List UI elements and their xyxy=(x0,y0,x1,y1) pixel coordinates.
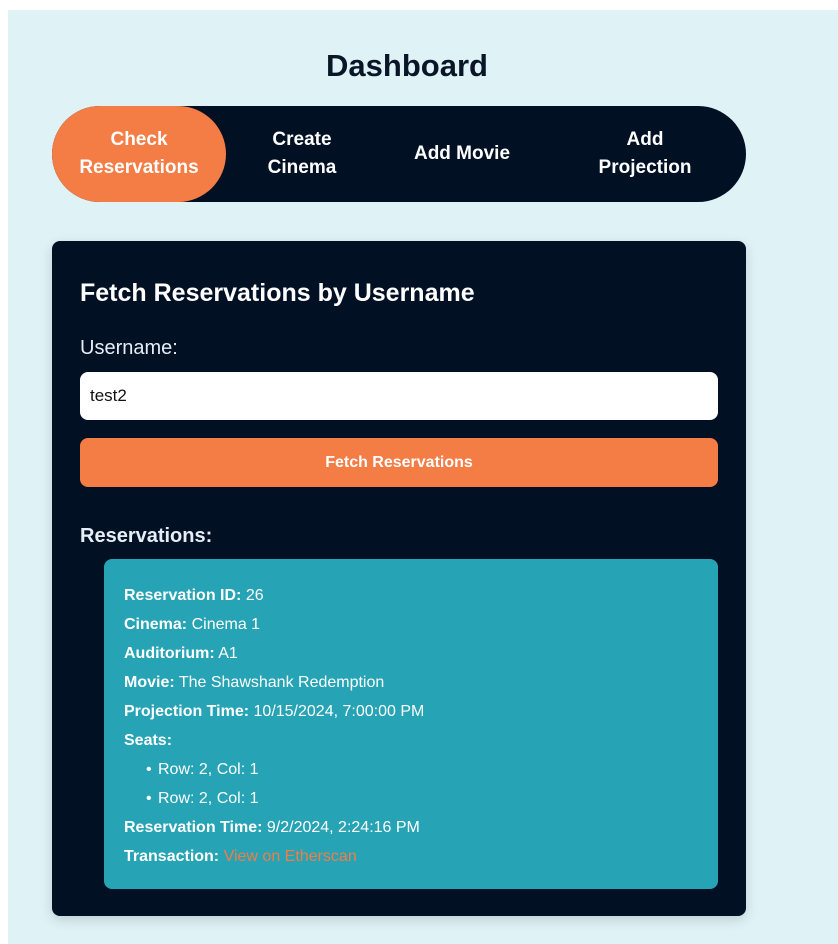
transaction-row: Transaction: View on Etherscan xyxy=(124,842,698,871)
auditorium-row: Auditorium: A1 xyxy=(124,639,698,668)
projection-time-label: Projection Time: xyxy=(124,703,250,720)
tab-check-reservations[interactable]: Check Reservations xyxy=(52,106,226,202)
movie-value: The Shawshank Redemption xyxy=(178,674,385,691)
seat-item: Row: 2, Col: 1 xyxy=(146,784,698,813)
projection-time-row: Projection Time: 10/15/2024, 7:00:00 PM xyxy=(124,697,698,726)
seats-row: Seats: xyxy=(124,726,698,755)
seat-item: Row: 2, Col: 1 xyxy=(146,755,698,784)
reservation-card: Reservation ID: 26 Cinema: Cinema 1 Audi… xyxy=(104,559,718,889)
reservation-id-value: 26 xyxy=(245,587,264,604)
fetch-reservations-card: Fetch Reservations by Username Username:… xyxy=(52,241,746,916)
reservation-time-label: Reservation Time: xyxy=(124,819,263,836)
seats-label: Seats: xyxy=(124,732,173,749)
reservation-time-value: 9/2/2024, 2:24:16 PM xyxy=(266,819,420,836)
reservations-heading: Reservations: xyxy=(80,525,213,547)
auditorium-value: A1 xyxy=(218,645,238,662)
seats-list: Row: 2, Col: 1 Row: 2, Col: 1 xyxy=(124,755,698,813)
tab-bar: Check Reservations Create Cinema Add Mov… xyxy=(52,106,746,202)
movie-row: Movie: The Shawshank Redemption xyxy=(124,668,698,697)
card-title: Fetch Reservations by Username xyxy=(80,279,475,307)
transaction-label: Transaction: xyxy=(124,848,220,865)
cinema-value: Cinema 1 xyxy=(191,616,261,633)
reservation-id-row: Reservation ID: 26 xyxy=(124,581,698,610)
movie-label: Movie: xyxy=(124,674,175,691)
reservation-time-row: Reservation Time: 9/2/2024, 2:24:16 PM xyxy=(124,813,698,842)
projection-time-value: 10/15/2024, 7:00:00 PM xyxy=(253,703,425,720)
auditorium-label: Auditorium: xyxy=(124,645,215,662)
username-label: Username: xyxy=(80,337,178,359)
tab-add-projection[interactable]: Add Projection xyxy=(546,106,744,202)
page-background: Dashboard Check Reservations Create Cine… xyxy=(8,10,838,944)
page-title: Dashboard xyxy=(326,48,488,83)
username-input[interactable] xyxy=(80,372,718,420)
tab-create-cinema[interactable]: Create Cinema xyxy=(226,106,378,202)
cinema-row: Cinema: Cinema 1 xyxy=(124,610,698,639)
fetch-reservations-button[interactable]: Fetch Reservations xyxy=(80,438,718,487)
reservation-id-label: Reservation ID: xyxy=(124,587,242,604)
tab-add-movie[interactable]: Add Movie xyxy=(378,106,546,202)
cinema-label: Cinema: xyxy=(124,616,188,633)
etherscan-link[interactable]: View on Etherscan xyxy=(224,848,357,865)
